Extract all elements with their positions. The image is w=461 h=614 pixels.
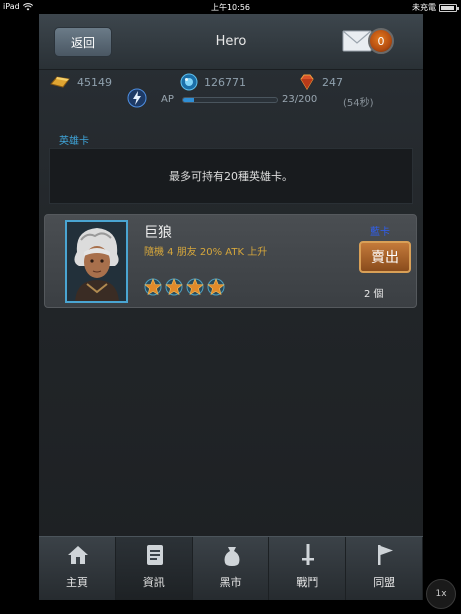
star-icon	[144, 278, 162, 296]
ap-timer: (54秒)	[343, 98, 374, 109]
hero-portrait-image	[67, 222, 126, 301]
game-screen: 返回 Hero 0 45149 126771 247 AP 23/200 (54…	[39, 14, 423, 600]
ap-label: AP	[161, 94, 174, 105]
sword-icon	[302, 544, 315, 565]
gem-resource: 247	[298, 73, 343, 91]
tab-black-market[interactable]: 黑市	[193, 537, 270, 600]
crystal-value: 126771	[204, 75, 246, 89]
tab-battle[interactable]: 戰鬥	[269, 537, 347, 600]
ap-progress-fill	[183, 98, 194, 102]
star-icon	[207, 278, 225, 296]
tab-bar: 主頁 資訊 黑市 戰鬥 同盟	[39, 536, 423, 600]
sell-button[interactable]: 賣出	[359, 241, 411, 273]
tab-black-market-label: 黑市	[219, 576, 242, 589]
status-time: 上午10:56	[210, 3, 251, 12]
notice-box: 最多可持有20種英雄卡。	[49, 148, 413, 204]
mail-count-badge: 0	[368, 28, 394, 54]
notice-text: 最多可持有20種英雄卡。	[169, 170, 293, 183]
battery-icon	[439, 3, 459, 12]
lightning-icon	[127, 88, 147, 108]
bag-icon	[224, 547, 240, 566]
section-label: 英雄卡	[59, 136, 89, 147]
tab-info-label: 資訊	[142, 576, 165, 589]
hero-rarity-stars	[143, 277, 226, 297]
zoom-button[interactable]: 1x	[426, 579, 456, 609]
gold-icon	[50, 76, 70, 88]
header: 返回 Hero 0	[39, 14, 423, 70]
hero-count: 2 個	[364, 289, 384, 300]
tab-battle-label: 戰鬥	[296, 576, 319, 589]
hero-card[interactable]: 巨狼 隨機 4 朋友 20% ATK 上升 藍卡 賣出 2 個	[44, 214, 417, 308]
status-bar: iPad 上午10:56 未充電	[0, 0, 461, 14]
tab-home[interactable]: 主頁	[39, 537, 116, 600]
crystal-icon	[180, 73, 198, 91]
tab-alliance[interactable]: 同盟	[346, 537, 423, 600]
gem-icon	[300, 74, 314, 90]
document-icon	[146, 545, 163, 565]
tab-home-label: 主頁	[66, 576, 88, 589]
status-right: 未充電	[412, 2, 459, 13]
hero-name: 巨狼	[144, 225, 172, 241]
gold-value: 45149	[77, 75, 112, 89]
star-icon	[186, 278, 204, 296]
card-type-label: 藍卡	[370, 227, 390, 238]
tab-info[interactable]: 資訊	[115, 537, 193, 600]
home-icon	[68, 546, 88, 564]
ap-value: 23/200	[282, 94, 318, 105]
resource-bar: 45149 126771 247 AP 23/200 (54秒)	[39, 71, 423, 114]
hero-portrait[interactable]	[65, 220, 128, 303]
gold-resource: 45149	[49, 75, 112, 89]
hero-skill-description: 隨機 4 朋友 20% ATK 上升	[144, 247, 268, 258]
star-icon	[165, 278, 183, 296]
flag-icon	[378, 545, 394, 565]
ap-progress-bar	[182, 97, 278, 103]
charge-status: 未充電	[412, 3, 436, 12]
gem-value: 247	[322, 75, 343, 89]
tab-alliance-label: 同盟	[373, 576, 396, 589]
crystal-resource: 126771	[180, 73, 246, 91]
